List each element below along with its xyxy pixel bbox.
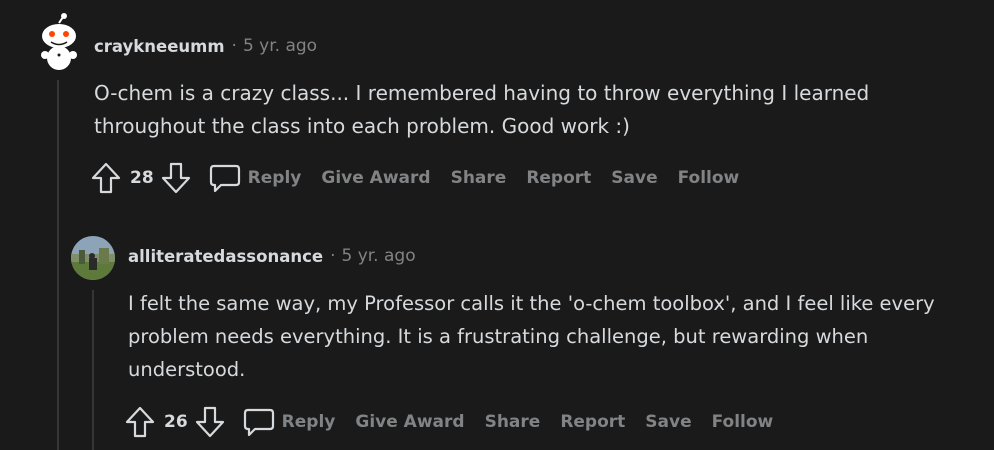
comment-age[interactable]: 5 yr. ago <box>341 246 415 266</box>
user-photo-icon <box>71 236 115 280</box>
comment-actions: 26 Reply Give Award Share Report Save Fo… <box>124 405 773 439</box>
share-button[interactable]: Share <box>451 168 507 188</box>
save-button[interactable]: Save <box>611 168 657 188</box>
share-button[interactable]: Share <box>485 412 541 432</box>
thread-line-2[interactable] <box>92 290 94 450</box>
give-award-button[interactable]: Give Award <box>355 412 464 432</box>
thread-line-1[interactable] <box>57 80 59 450</box>
vote-score: 26 <box>164 412 188 432</box>
report-button[interactable]: Report <box>526 168 591 188</box>
upvote-icon[interactable] <box>124 405 156 439</box>
reply-icon <box>208 161 242 195</box>
save-button[interactable]: Save <box>645 412 691 432</box>
upvote-icon[interactable] <box>90 161 122 195</box>
comment-line: O-chem is a crazy class... I remembered … <box>94 81 870 105</box>
author-name[interactable]: craykneeumm <box>94 37 225 56</box>
meta-separator: · <box>231 36 237 56</box>
meta-separator: · <box>330 246 336 266</box>
downvote-icon[interactable] <box>194 405 226 439</box>
reply-button[interactable]: Reply <box>242 405 336 439</box>
author-name[interactable]: alliteratedassonance <box>128 247 323 266</box>
reply-button[interactable]: Reply <box>208 161 302 195</box>
comment-line: understood. <box>128 358 246 381</box>
downvote-icon[interactable] <box>160 161 192 195</box>
avatar-photo[interactable] <box>71 236 115 280</box>
reply-label: Reply <box>247 168 302 188</box>
comment-body: O-chem is a crazy class... I remembered … <box>94 77 869 143</box>
comment-actions: 28 Reply Give Award Share Report Save Fo… <box>90 161 739 195</box>
comment-meta: alliteratedassonance · 5 yr. ago <box>128 246 416 266</box>
follow-button[interactable]: Follow <box>712 412 774 432</box>
give-award-button[interactable]: Give Award <box>321 168 430 188</box>
vote-score: 28 <box>130 168 154 188</box>
comment-age[interactable]: 5 yr. ago <box>243 36 317 56</box>
avatar-snoo-icon[interactable] <box>37 11 81 71</box>
comment-meta: craykneeumm · 5 yr. ago <box>94 36 317 56</box>
reply-icon <box>242 405 276 439</box>
report-button[interactable]: Report <box>560 412 625 432</box>
snoo-avatar-icon <box>41 13 77 70</box>
comment-body: I felt the same way, my Professor calls … <box>128 287 935 386</box>
follow-button[interactable]: Follow <box>678 168 740 188</box>
reply-label: Reply <box>281 412 336 432</box>
comment-line: I felt the same way, my Professor calls … <box>128 292 935 315</box>
comment-line: throughout the class into each problem. … <box>94 114 630 138</box>
comment-line: problem needs everything. It is a frustr… <box>128 325 869 348</box>
